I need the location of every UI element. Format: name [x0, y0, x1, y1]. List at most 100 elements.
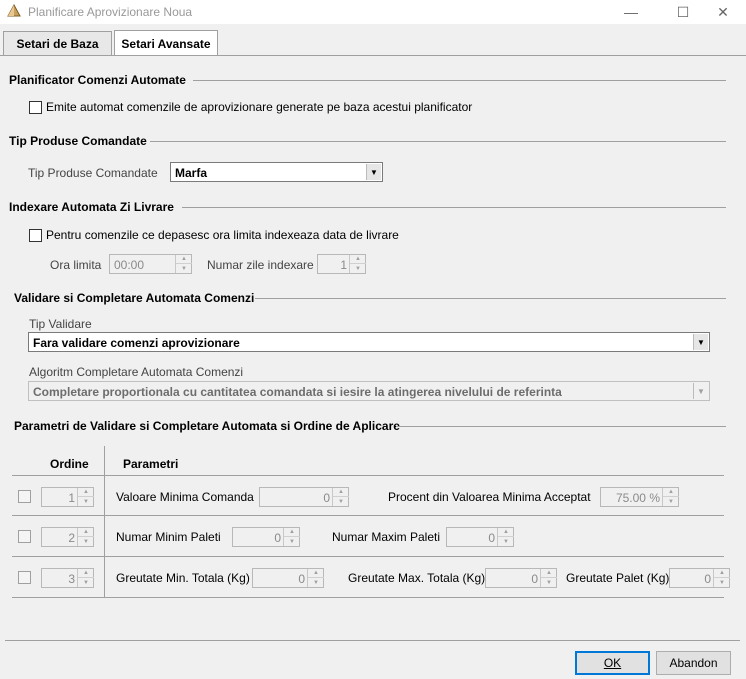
min-order-value-input[interactable]: 0 ▲ ▼ [259, 487, 349, 507]
spin-buttons[interactable]: ▲ ▼ [332, 488, 349, 506]
spin-buttons[interactable]: ▲ ▼ [349, 255, 366, 273]
tab-label: Setari de Baza [16, 36, 99, 51]
column-header-params: Parametri [123, 457, 179, 471]
pallet-weight-value: 0 [704, 572, 711, 586]
grid-line [12, 597, 724, 598]
min-pallets-input[interactable]: 0 ▲ ▼ [232, 527, 300, 547]
product-type-value: Marfa [175, 166, 208, 180]
footer-divider [5, 640, 740, 641]
tab-divider [0, 55, 746, 56]
spin-buttons[interactable]: ▲ ▼ [713, 569, 730, 587]
spin-buttons[interactable]: ▲ ▼ [77, 488, 94, 506]
spin-up-icon[interactable]: ▲ [663, 488, 679, 497]
spin-up-icon[interactable]: ▲ [284, 528, 300, 537]
algorithm-select[interactable]: Completare proportionala cu cantitatea c… [28, 381, 710, 401]
index-days-input[interactable]: 1 ▲ ▼ [317, 254, 366, 274]
max-weight-input[interactable]: 0 ▲ ▼ [485, 568, 557, 588]
divider [396, 426, 726, 427]
min-value-percent-input[interactable]: 75.00 % ▲ ▼ [600, 487, 679, 507]
cancel-button[interactable]: Abandon [656, 651, 731, 675]
app-logo-icon [7, 4, 21, 17]
spin-down-icon[interactable]: ▼ [176, 264, 192, 273]
ok-button[interactable]: OK [575, 651, 650, 675]
minimize-icon: — [624, 4, 638, 20]
spin-buttons[interactable]: ▲ ▼ [77, 528, 94, 546]
max-pallets-input[interactable]: 0 ▲ ▼ [446, 527, 514, 547]
algorithm-value: Completare proportionala cu cantitatea c… [33, 385, 562, 399]
validation-type-select[interactable]: Fara validare comenzi aprovizionare ▼ [28, 332, 710, 352]
column-header-order: Ordine [50, 457, 89, 471]
section-title-product-type: Tip Produse Comandate [9, 134, 147, 148]
spin-down-icon[interactable]: ▼ [78, 578, 94, 587]
auto-issue-label: Emite automat comenzile de aprovizionare… [46, 100, 473, 114]
chevron-down-icon[interactable]: ▼ [693, 334, 708, 350]
auto-issue-checkbox[interactable] [29, 101, 42, 114]
chevron-down-icon[interactable]: ▼ [366, 164, 381, 180]
pallet-weight-input[interactable]: 0 ▲ ▼ [669, 568, 730, 588]
spin-buttons[interactable]: ▲ ▼ [283, 528, 300, 546]
spin-up-icon[interactable]: ▲ [498, 528, 514, 537]
pallet-weight-label: Greutate Palet (Kg) [566, 571, 670, 585]
param-row-1-checkbox[interactable] [18, 490, 31, 503]
spin-up-icon[interactable]: ▲ [541, 569, 557, 578]
param-row-1-order[interactable]: 1 ▲ ▼ [41, 487, 94, 507]
section-title-validation: Validare si Completare Automata Comenzi [14, 291, 255, 305]
spin-down-icon[interactable]: ▼ [350, 264, 366, 273]
tab-setari-avansate[interactable]: Setari Avansate [114, 30, 218, 56]
spin-down-icon[interactable]: ▼ [308, 578, 324, 587]
spin-buttons[interactable]: ▲ ▼ [77, 569, 94, 587]
spin-up-icon[interactable]: ▲ [176, 255, 192, 264]
spin-up-icon[interactable]: ▲ [350, 255, 366, 264]
section-title-params: Parametri de Validare si Completare Auto… [14, 419, 400, 433]
spin-buttons[interactable]: ▲ ▼ [497, 528, 514, 546]
tab-setari-de-baza[interactable]: Setari de Baza [3, 31, 112, 55]
grid-line [12, 556, 724, 557]
param-row-2-checkbox[interactable] [18, 530, 31, 543]
spin-down-icon[interactable]: ▼ [78, 497, 94, 506]
spin-buttons[interactable]: ▲ ▼ [662, 488, 679, 506]
min-value-percent-label: Procent din Valoarea Minima Acceptat [388, 490, 591, 504]
spin-up-icon[interactable]: ▲ [333, 488, 349, 497]
index-days-value: 1 [340, 258, 347, 272]
spin-up-icon[interactable]: ▲ [308, 569, 324, 578]
time-limit-value: 00:00 [114, 258, 145, 272]
spin-down-icon[interactable]: ▼ [498, 537, 514, 546]
param-row-3-checkbox[interactable] [18, 571, 31, 584]
spin-up-icon[interactable]: ▲ [78, 528, 94, 537]
grid-column-divider [104, 446, 105, 597]
minimize-button[interactable]: — [608, 0, 654, 24]
spin-up-icon[interactable]: ▲ [78, 488, 94, 497]
min-order-value-label: Valoare Minima Comanda [116, 490, 254, 504]
order-value: 2 [68, 531, 75, 545]
param-row-3-order[interactable]: 3 ▲ ▼ [41, 568, 94, 588]
spin-up-icon[interactable]: ▲ [714, 569, 730, 578]
param-row-2-order[interactable]: 2 ▲ ▼ [41, 527, 94, 547]
spin-down-icon[interactable]: ▼ [541, 578, 557, 587]
max-weight-value: 0 [531, 572, 538, 586]
spin-buttons[interactable]: ▲ ▼ [175, 255, 192, 273]
grid-line [12, 515, 724, 516]
auto-index-label: Pentru comenzile ce depasesc ora limita … [46, 228, 399, 242]
spin-down-icon[interactable]: ▼ [78, 537, 94, 546]
validation-type-value: Fara validare comenzi aprovizionare [33, 336, 240, 350]
time-limit-input[interactable]: 00:00 ▲ ▼ [109, 254, 192, 274]
maximize-icon: ☐ [676, 3, 690, 20]
spin-down-icon[interactable]: ▼ [714, 578, 730, 587]
divider [150, 141, 726, 142]
auto-index-checkbox[interactable] [29, 229, 42, 242]
spin-down-icon[interactable]: ▼ [663, 497, 679, 506]
spin-down-icon[interactable]: ▼ [333, 497, 349, 506]
max-pallets-value: 0 [488, 531, 495, 545]
chevron-down-icon[interactable]: ▼ [693, 383, 708, 399]
min-weight-input[interactable]: 0 ▲ ▼ [252, 568, 324, 588]
close-button[interactable]: ✕ [700, 0, 746, 24]
spin-buttons[interactable]: ▲ ▼ [540, 569, 557, 587]
section-title-auto-index: Indexare Automata Zi Livrare [9, 200, 174, 214]
product-type-select[interactable]: Marfa ▼ [170, 162, 383, 182]
tab-label: Setari Avansate [121, 36, 211, 51]
spin-down-icon[interactable]: ▼ [284, 537, 300, 546]
spin-buttons[interactable]: ▲ ▼ [307, 569, 324, 587]
close-icon: ✕ [717, 3, 729, 20]
section-title-auto-planner: Planificator Comenzi Automate [9, 73, 186, 87]
spin-up-icon[interactable]: ▲ [78, 569, 94, 578]
